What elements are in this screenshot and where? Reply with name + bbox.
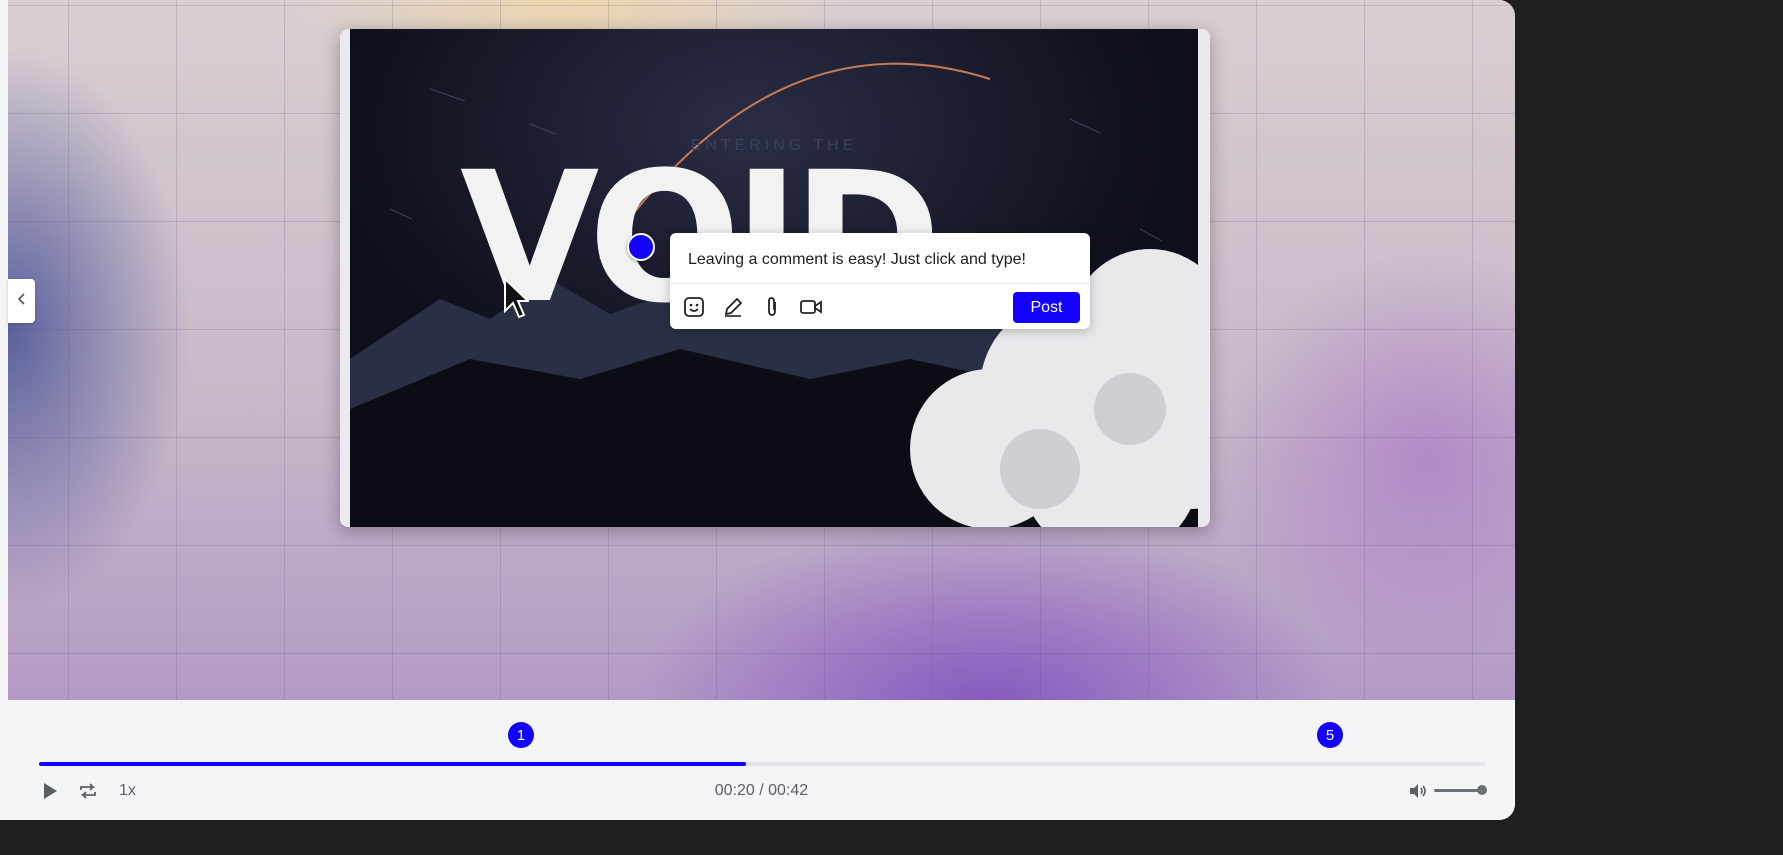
- volume-slider-handle[interactable]: [1477, 785, 1487, 795]
- chevron-left-icon: [17, 292, 27, 311]
- post-button[interactable]: Post: [1013, 292, 1080, 323]
- time-display: 00:20 / 00:42: [714, 782, 809, 799]
- comment-popover: Leaving a comment is easy! Just click an…: [670, 233, 1090, 329]
- volume-icon[interactable]: [1407, 781, 1429, 801]
- timeline-comment-marker[interactable]: 1: [508, 722, 534, 748]
- paperclip-icon[interactable]: [760, 295, 784, 319]
- comment-input[interactable]: Leaving a comment is easy! Just click an…: [688, 251, 1026, 269]
- comment-pin[interactable]: [627, 233, 655, 261]
- sidebar-toggle-button[interactable]: [8, 279, 35, 323]
- canvas-background: ENTERING THE VOID Leaving a comment is e…: [8, 0, 1515, 700]
- progress-fill: [39, 762, 746, 766]
- progress-track[interactable]: [39, 762, 1485, 766]
- player-controls: 15 1x 00:20 / 00:42: [8, 700, 1515, 820]
- review-stage: ENTERING THE VOID Leaving a comment is e…: [0, 0, 1515, 820]
- timeline-comment-marker[interactable]: 5: [1317, 722, 1344, 748]
- comment-toolbar: Post: [670, 283, 1090, 330]
- volume-slider[interactable]: [1434, 789, 1482, 792]
- emoji-icon[interactable]: [682, 295, 706, 319]
- video-camera-icon[interactable]: [799, 295, 823, 319]
- mouse-cursor-icon: [503, 276, 531, 328]
- pencil-icon[interactable]: [721, 295, 745, 319]
